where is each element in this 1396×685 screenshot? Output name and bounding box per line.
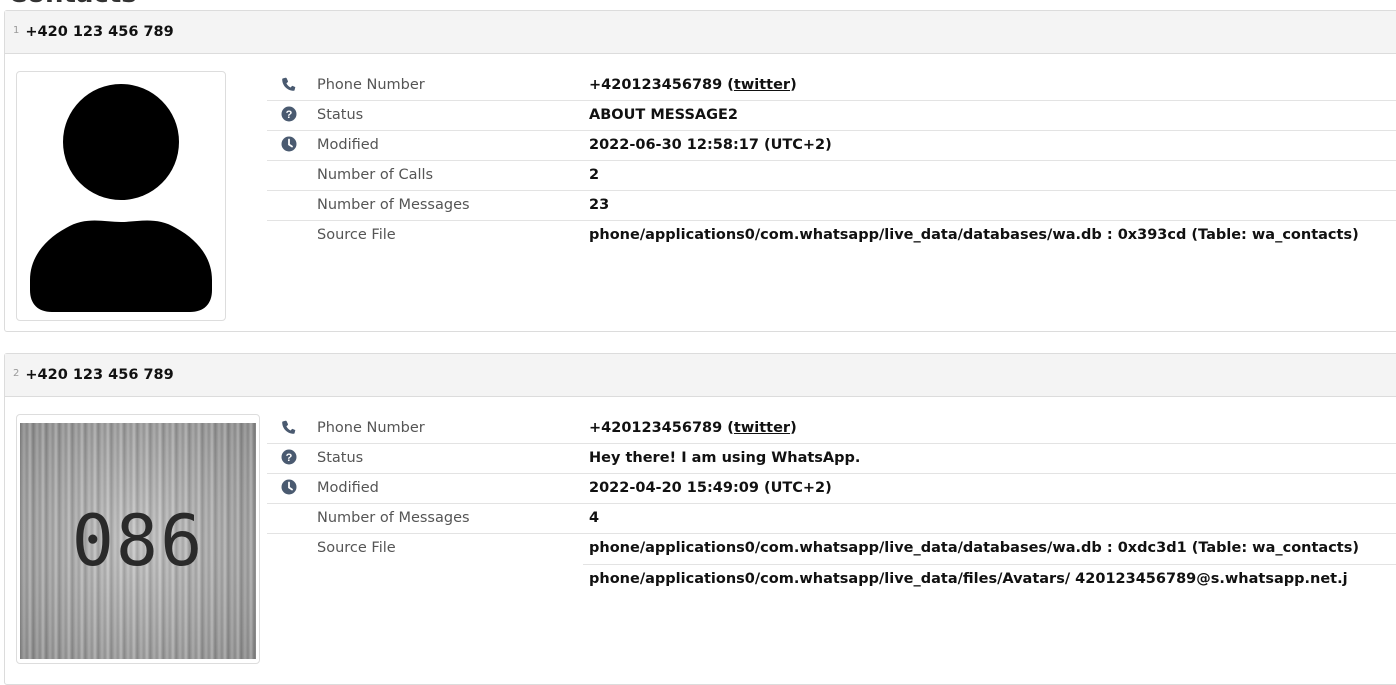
contact-properties: Phone Number +420123456789 (twitter) ? S… (267, 414, 1396, 594)
prop-row-source: Source File phone/applications0/com.what… (267, 220, 1396, 250)
prop-label: Source File (311, 220, 583, 250)
messages-value: 4 (583, 503, 1396, 534)
source-file-value: phone/applications0/com.whatsapp/live_da… (589, 540, 1359, 556)
contact-index: 1 (13, 24, 20, 36)
prop-row-phone: Phone Number +420123456789 (twitter) (267, 414, 1396, 444)
question-circle-icon: ? (281, 449, 297, 465)
prop-row-modified: Modified 2022-06-30 12:58:17 (UTC+2) (267, 130, 1396, 161)
question-circle-icon: ? (281, 106, 297, 122)
prop-label: Number of Messages (311, 503, 583, 534)
svg-text:?: ? (286, 109, 293, 121)
person-silhouette-icon (30, 84, 212, 312)
contact-title: +420 123 456 789 (25, 24, 174, 40)
modified-value: 2022-06-30 12:58:17 (UTC+2) (583, 130, 1396, 161)
prop-row-source: Source File phone/applications0/com.what… (267, 533, 1396, 594)
avatar-photo: 086 (20, 423, 256, 659)
source-file-value-avatar: phone/applications0/com.whatsapp/live_da… (583, 564, 1396, 589)
phone-icon (282, 420, 296, 434)
clock-icon (281, 136, 297, 152)
svg-text:?: ? (286, 452, 293, 464)
prop-label: Status (311, 100, 583, 131)
prop-row-phone: Phone Number +420123456789 (twitter) (267, 71, 1396, 101)
prop-label: Number of Messages (311, 190, 583, 221)
avatar-photo-text: 086 (71, 500, 205, 582)
source-file-value: phone/applications0/com.whatsapp/live_da… (583, 220, 1396, 250)
contact-card: 1 +420 123 456 789 Phone Number +4201234… (4, 10, 1396, 332)
phone-value: +420123456789 (589, 420, 723, 436)
prop-row-status: ? Status ABOUT MESSAGE2 (267, 100, 1396, 131)
prop-label: Phone Number (317, 77, 425, 93)
prop-label: Modified (311, 130, 583, 161)
contact-card-header: 1 +420 123 456 789 (5, 11, 1396, 54)
prop-row-modified: Modified 2022-04-20 15:49:09 (UTC+2) (267, 473, 1396, 504)
prop-row-status: ? Status Hey there! I am using WhatsApp. (267, 443, 1396, 474)
prop-label: Modified (311, 473, 583, 504)
phone-value: +420123456789 (589, 77, 723, 93)
prop-label: Number of Calls (311, 160, 583, 191)
twitter-link[interactable]: twitter (734, 420, 790, 436)
contact-title: +420 123 456 789 (25, 367, 174, 383)
calls-value: 2 (583, 160, 1396, 191)
prop-label: Source File (311, 533, 583, 594)
page-title: Contacts (8, 0, 137, 8)
contact-properties: Phone Number +420123456789 (twitter) ? S… (267, 71, 1396, 250)
phone-icon (282, 77, 296, 91)
contact-card-header: 2 +420 123 456 789 (5, 354, 1396, 397)
twitter-link[interactable]: twitter (734, 77, 790, 93)
messages-value: 23 (583, 190, 1396, 221)
status-value: Hey there! I am using WhatsApp. (583, 443, 1396, 474)
prop-label: Phone Number (317, 420, 425, 436)
prop-row-messages: Number of Messages 4 (267, 503, 1396, 534)
clock-icon (281, 479, 297, 495)
contact-index: 2 (13, 367, 20, 379)
status-value: ABOUT MESSAGE2 (583, 100, 1396, 131)
prop-row-calls: Number of Calls 2 (267, 160, 1396, 191)
prop-label: Status (311, 443, 583, 474)
avatar (16, 71, 226, 321)
prop-row-messages: Number of Messages 23 (267, 190, 1396, 221)
contact-card: 2 +420 123 456 789 086 Phone Number +420… (4, 353, 1396, 685)
avatar: 086 (16, 414, 260, 664)
modified-value: 2022-04-20 15:49:09 (UTC+2) (583, 473, 1396, 504)
